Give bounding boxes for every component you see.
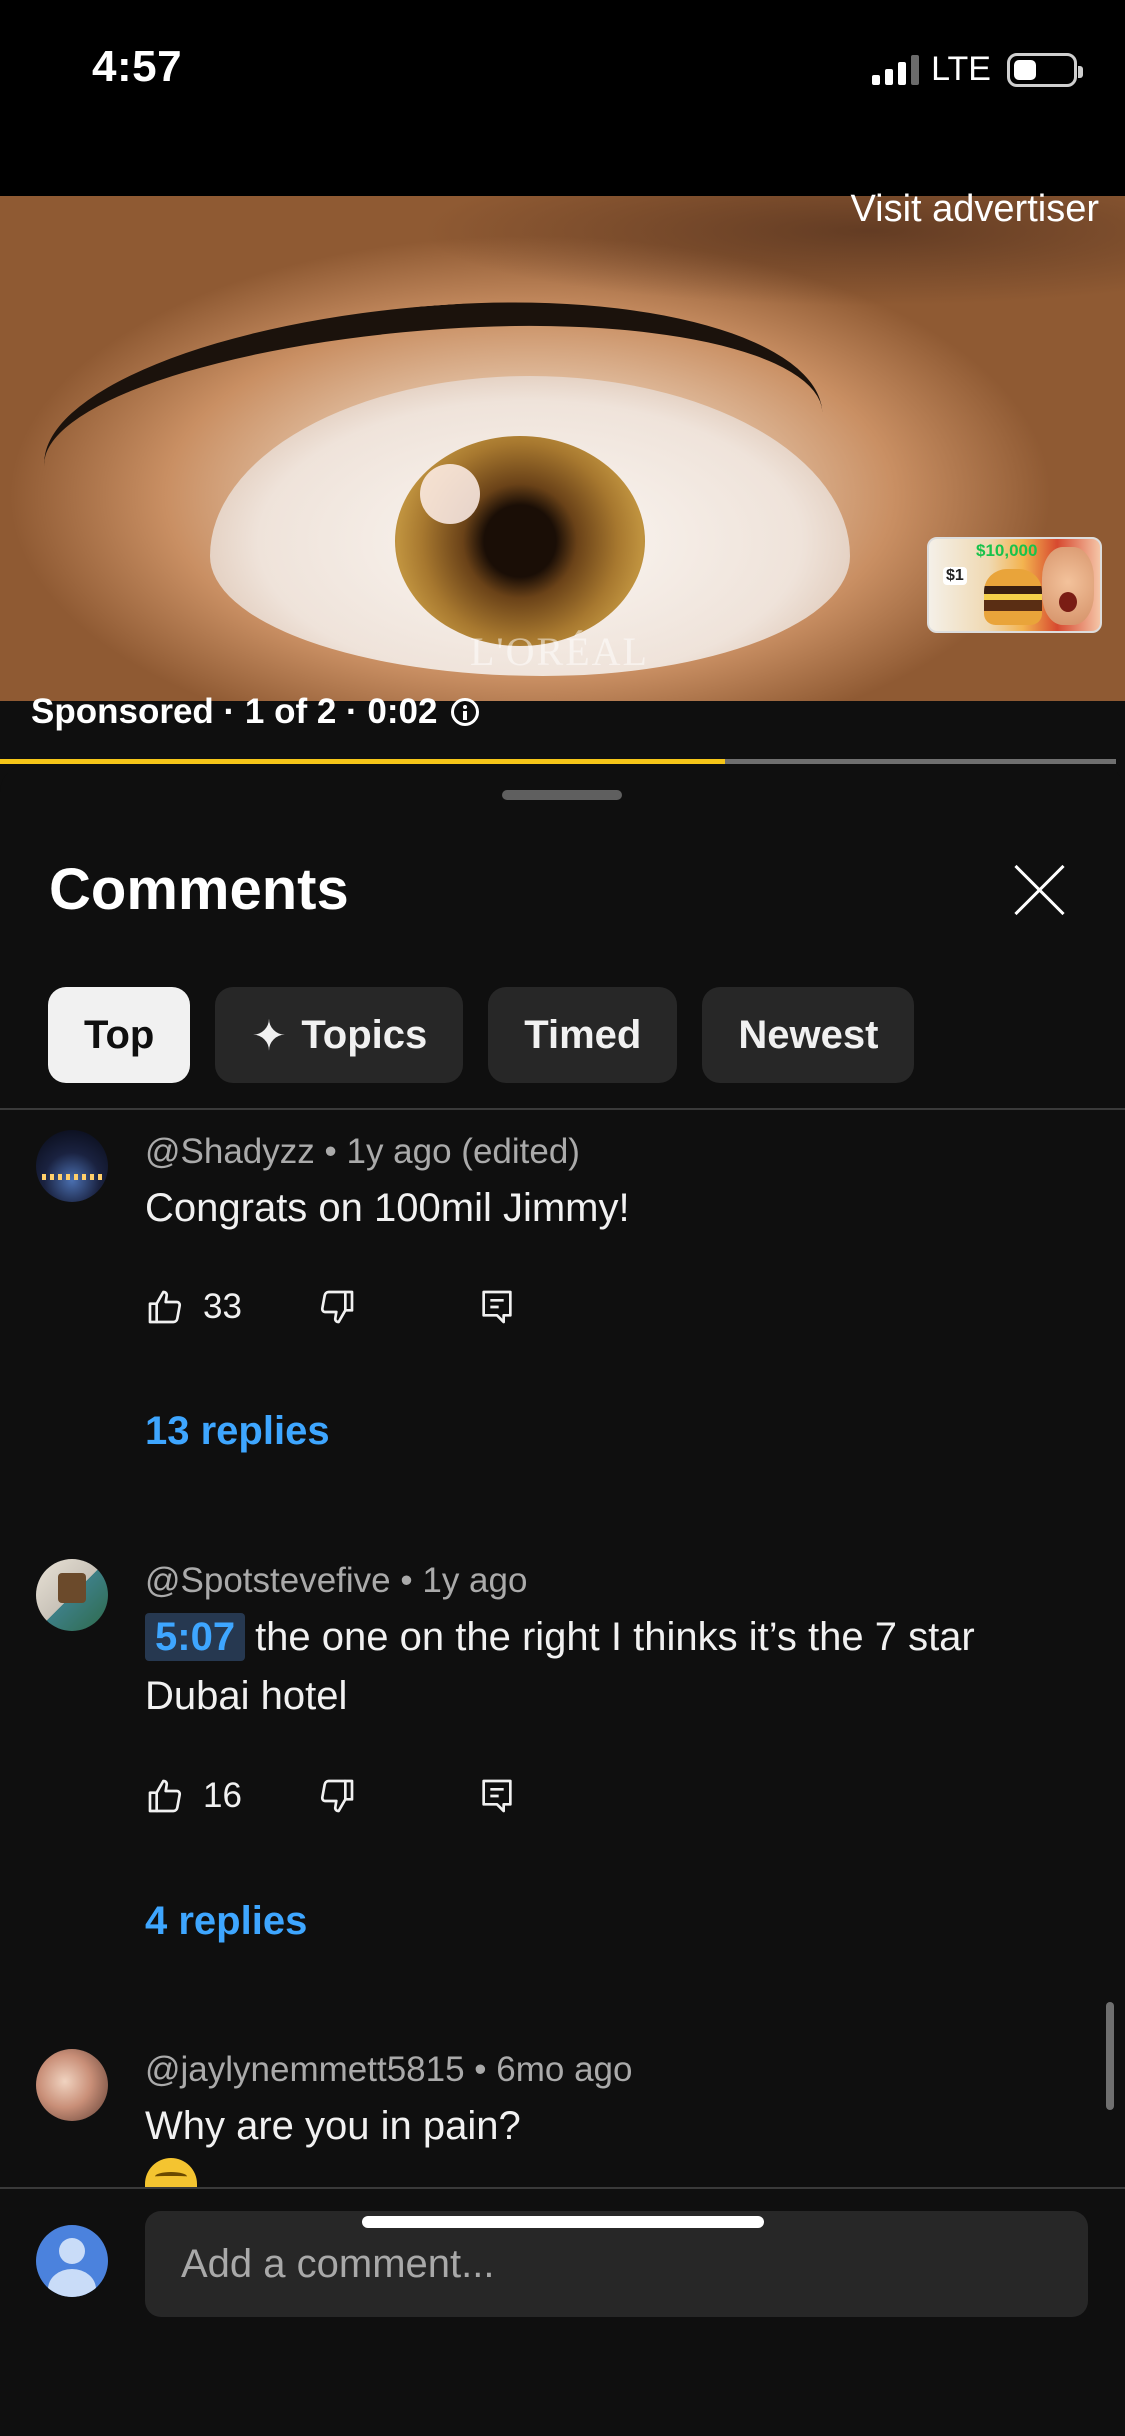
brand-watermark: L'ORÉAL bbox=[470, 629, 649, 674]
comments-title: Comments bbox=[49, 857, 349, 922]
reply-icon[interactable] bbox=[477, 1776, 517, 1816]
avatar[interactable] bbox=[36, 2049, 108, 2121]
comment-age: 6mo ago bbox=[496, 2050, 633, 2089]
thumbs-up-icon[interactable] bbox=[145, 1287, 185, 1327]
next-video-thumbnail[interactable]: $10,000 $1 bbox=[927, 537, 1102, 633]
chip-topics[interactable]: Topics bbox=[215, 987, 464, 1083]
comment-meta: @jaylynemmett5815 • 6mo ago bbox=[145, 2050, 633, 2089]
chip-label: Timed bbox=[524, 1012, 642, 1057]
user-avatar-icon bbox=[36, 2225, 108, 2297]
thumbnail-price: $10,000 bbox=[976, 541, 1038, 560]
visit-advertiser-button[interactable]: Visit advertiser bbox=[850, 188, 1099, 231]
chip-label: Newest bbox=[738, 1012, 879, 1057]
sponsored-text: Sponsored · 1 of 2 · 0:02 bbox=[31, 692, 438, 731]
comment-text-body: the one on the right I thinks it’s the 7… bbox=[145, 1615, 975, 1718]
drag-handle[interactable] bbox=[502, 790, 622, 800]
chip-newest[interactable]: Newest bbox=[702, 987, 915, 1083]
status-bar: 4:57 LTE bbox=[0, 0, 1125, 196]
thumbnail-price-small: $1 bbox=[943, 567, 967, 585]
battery-icon bbox=[1007, 52, 1083, 87]
comment-author[interactable]: @jaylynemmett5815 bbox=[145, 2050, 465, 2089]
comment-meta: @Shadyzz • 1y ago (edited) bbox=[145, 1132, 580, 1171]
sponsored-label: Sponsored · 1 of 2 · 0:02 bbox=[31, 692, 480, 732]
face-image bbox=[1042, 547, 1094, 625]
view-replies-link[interactable]: 13 replies bbox=[145, 1409, 330, 1454]
sparkle-icon bbox=[251, 1011, 287, 1060]
comment-age: 1y ago (edited) bbox=[346, 1132, 580, 1171]
comment-author[interactable]: @Spotstevefive bbox=[145, 1561, 391, 1600]
thumbs-up-icon[interactable] bbox=[145, 1776, 185, 1816]
chip-label: Top bbox=[84, 1012, 155, 1057]
comment-age: 1y ago bbox=[422, 1561, 528, 1600]
comment-actions: 16 bbox=[145, 1771, 517, 1821]
signal-icon bbox=[872, 54, 920, 85]
comment-text: Congrats on 100mil Jimmy! bbox=[145, 1186, 630, 1230]
divider bbox=[0, 1108, 1125, 1110]
chip-timed[interactable]: Timed bbox=[488, 987, 678, 1083]
avatar[interactable] bbox=[36, 1130, 108, 1202]
comment-actions: 33 bbox=[145, 1282, 517, 1332]
view-replies-link[interactable]: 4 replies bbox=[145, 1899, 307, 1944]
network-label: LTE bbox=[931, 50, 991, 88]
chip-label: Topics bbox=[301, 1012, 428, 1057]
timestamp-link[interactable]: 5:07 bbox=[145, 1613, 246, 1661]
reply-icon[interactable] bbox=[477, 1287, 517, 1327]
chip-top[interactable]: Top bbox=[48, 987, 191, 1083]
avatar[interactable] bbox=[36, 1559, 108, 1631]
home-indicator[interactable] bbox=[362, 2216, 764, 2228]
like-count: 16 bbox=[203, 1776, 242, 1815]
info-icon[interactable] bbox=[451, 698, 480, 726]
burger-image bbox=[984, 569, 1042, 625]
status-indicators: LTE bbox=[872, 50, 1083, 89]
comment-meta: @Spotstevefive • 1y ago bbox=[145, 1561, 528, 1600]
thumbs-down-icon[interactable] bbox=[317, 1776, 357, 1816]
status-time: 4:57 bbox=[92, 42, 183, 91]
close-icon[interactable] bbox=[1010, 860, 1070, 920]
thumbs-down-icon[interactable] bbox=[317, 1287, 357, 1327]
comment-text: 5:07 the one on the right I thinks it’s t… bbox=[145, 1608, 1045, 1726]
comment-author[interactable]: @Shadyzz bbox=[145, 1132, 315, 1171]
scrollbar[interactable] bbox=[1106, 2002, 1114, 2110]
comment-text: Why are you in pain? bbox=[145, 2104, 521, 2148]
like-count: 33 bbox=[203, 1287, 242, 1326]
filter-chips: Top Topics Timed Newest bbox=[48, 987, 915, 1083]
